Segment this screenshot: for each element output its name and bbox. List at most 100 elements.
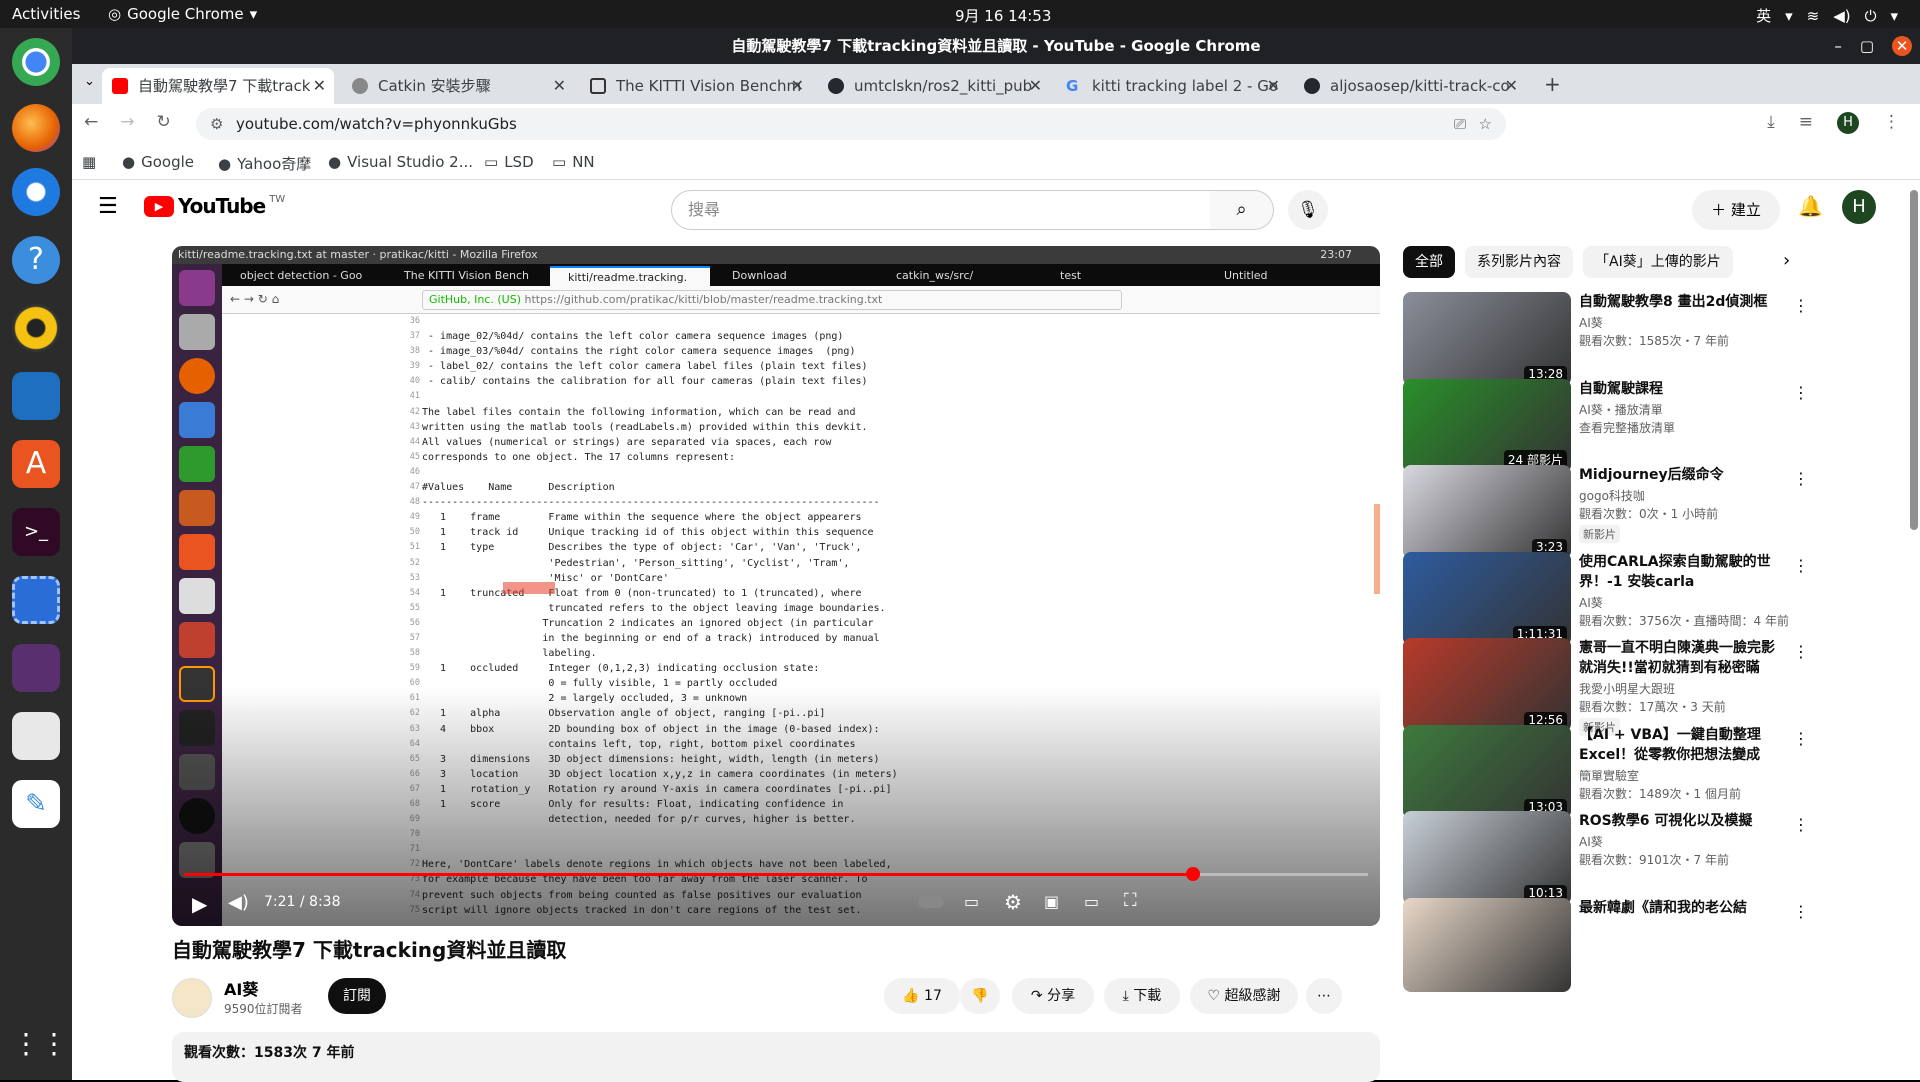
thunderbird-icon[interactable]	[12, 168, 60, 216]
recommendation-title[interactable]: ROS教學6 可視化以及模擬	[1579, 811, 1779, 831]
tab-youtube[interactable]: 自動駕駛教學7 下載track ✕	[102, 68, 334, 104]
create-button[interactable]: ＋ 建立	[1692, 190, 1780, 230]
bookmark-folder-lsd[interactable]: ▭ LSD	[484, 153, 534, 171]
bookmark-star-icon[interactable]: ☆	[1479, 108, 1492, 140]
autoplay-toggle[interactable]	[918, 896, 944, 908]
more-options-icon[interactable]: ⋮	[1793, 642, 1809, 661]
recommendation-item[interactable]: 1:11:31 使用CARLA探索自動駕駛的世界！-1 安裝carla AI葵 觀看次…	[1403, 551, 1823, 648]
page-scrollbar[interactable]	[1910, 190, 1918, 1070]
forward-icon[interactable]: →	[120, 112, 134, 132]
close-tab-icon[interactable]: ✕	[553, 68, 566, 104]
recommendation-item[interactable]: 最新韓劇《請和我的老公結 ⋮	[1403, 897, 1823, 994]
thanks-button[interactable]: ♡ 超級感謝	[1190, 978, 1298, 1014]
recommendation-channel[interactable]: 簡單實驗室	[1579, 767, 1639, 784]
recommendation-channel[interactable]: AI葵	[1579, 833, 1603, 850]
video-thumbnail[interactable]: 13:28	[1403, 292, 1571, 386]
recommendation-channel[interactable]: AI葵	[1579, 594, 1603, 611]
back-icon[interactable]: ←	[84, 112, 98, 132]
search-button[interactable]: ⌕	[1210, 190, 1274, 230]
site-info-icon[interactable]: ⚙	[210, 108, 223, 140]
recommendation-item[interactable]: 3:23 Midjourney后缀命令 gogo科技咖 觀看次數：0次・1 小時前 新影…	[1403, 465, 1823, 561]
recommendation-channel[interactable]: 我愛小明星大跟班	[1579, 680, 1675, 697]
wifi-icon[interactable]: ≋	[1807, 7, 1820, 25]
recommendation-channel[interactable]: gogo科技咖	[1579, 487, 1645, 504]
close-tab-icon[interactable]: ✕	[1267, 68, 1280, 104]
video-thumbnail[interactable]	[1403, 897, 1571, 992]
help-icon[interactable]: ?	[12, 236, 60, 284]
video-player[interactable]: kitti/readme.tracking.txt at master · pr…	[172, 246, 1380, 926]
bookmark-folder-nn[interactable]: ▭ NN	[552, 153, 595, 171]
video-thumbnail[interactable]: 24 部影片	[1403, 378, 1571, 473]
download-button[interactable]: ⤓ 下載	[1104, 978, 1180, 1014]
close-tab-icon[interactable]: ✕	[1505, 68, 1518, 104]
more-options-icon[interactable]: ⋮	[1793, 815, 1809, 834]
downloads-icon[interactable]: ⤓	[1767, 112, 1775, 134]
chevron-right-icon[interactable]: ›	[1783, 250, 1790, 271]
chip-all[interactable]: 全部	[1403, 246, 1455, 278]
subtitles-icon[interactable]: ▭	[964, 892, 979, 911]
description-box[interactable]: 觀看次數：1583次 7 年前	[172, 1032, 1380, 1082]
files-icon[interactable]	[12, 712, 60, 760]
bookmark-yahoo[interactable]: ● Yahoo奇摩	[218, 153, 311, 174]
close-tab-icon[interactable]: ✕	[791, 68, 804, 104]
tab-google-search[interactable]: Gkitti tracking label 2 - Go ✕	[1056, 68, 1288, 104]
terminal-icon[interactable]: >_	[12, 508, 60, 556]
recommendation-title[interactable]: 最新韓劇《請和我的老公結	[1579, 898, 1779, 918]
recommendation-channel[interactable]: AI葵	[1579, 314, 1603, 331]
close-window-icon[interactable]: ✕	[1892, 36, 1912, 56]
apps-icon[interactable]: ▦	[82, 153, 96, 171]
profile-avatar[interactable]: H	[1837, 112, 1859, 134]
share-button[interactable]: ↷ 分享	[1012, 978, 1094, 1014]
settings-icon[interactable]: ⚙	[1004, 890, 1022, 914]
play-icon[interactable]: ▶	[192, 892, 207, 916]
more-options-icon[interactable]: ⋮	[1793, 556, 1809, 575]
writer-icon[interactable]	[12, 372, 60, 420]
dislike-button[interactable]: 👎	[960, 978, 1000, 1014]
theater-mode-icon[interactable]: ▭	[1084, 892, 1099, 911]
video-thumbnail[interactable]: 10:13	[1403, 811, 1571, 905]
media-icon[interactable]: ≡	[1799, 112, 1813, 134]
firefox-icon[interactable]	[12, 104, 60, 152]
subscribe-button[interactable]: 訂閱	[328, 978, 386, 1014]
video-thumbnail[interactable]: 3:23	[1403, 465, 1571, 559]
recommendation-item[interactable]: 10:13 ROS教學6 可視化以及模擬 AI葵 觀看次數：9101次・7 年前 ⋮	[1403, 811, 1823, 907]
screenshot-icon[interactable]	[12, 576, 60, 624]
recommendation-title[interactable]: 使用CARLA探索自動駕駛的世界！-1 安裝carla	[1579, 552, 1779, 592]
more-options-icon[interactable]: ⋮	[1793, 902, 1809, 921]
menu-icon[interactable]: ⋮	[1883, 112, 1900, 134]
more-options-icon[interactable]: ⋮	[1793, 729, 1809, 748]
new-tab-icon[interactable]: +	[1544, 72, 1561, 96]
recommendation-channel[interactable]: AI葵・播放清單	[1579, 401, 1663, 418]
fullscreen-icon[interactable]: ⛶	[1124, 890, 1137, 911]
text-editor-icon[interactable]: ✎	[12, 780, 60, 828]
maximize-icon[interactable]: ▢	[1860, 28, 1874, 64]
tab-github-track[interactable]: aljosaosep/kitti-track-co ✕	[1294, 68, 1526, 104]
search-input[interactable]: 搜尋	[671, 190, 1211, 230]
hamburger-menu-icon[interactable]: ☰	[98, 194, 118, 219]
ime-indicator[interactable]: 英	[1756, 5, 1771, 26]
show-apps-icon[interactable]: ⋮⋮⋮	[12, 1020, 96, 1068]
clock[interactable]: 9月 16 14:53	[955, 5, 1051, 26]
notifications-bell-icon[interactable]: 🔔	[1798, 194, 1823, 218]
activities-button[interactable]: Activities	[12, 5, 80, 23]
youtube-logo[interactable]: ▶ YouTube TW	[144, 194, 285, 218]
more-actions-button[interactable]: ⋯	[1306, 978, 1342, 1014]
video-thumbnail[interactable]: 1:11:31	[1403, 551, 1571, 646]
reload-icon[interactable]: ↻	[157, 112, 171, 132]
progress-scrubber[interactable]	[1185, 867, 1200, 881]
system-tray[interactable]: 英 ▾ ≋ ◀) ⏻ ▾	[1756, 5, 1898, 26]
channel-avatar[interactable]	[172, 978, 212, 1018]
more-options-icon[interactable]: ⋮	[1793, 469, 1809, 488]
recommendation-item[interactable]: 12:56憲哥一直不明白陳漢典一臉完影就消失!!當初就猜到有秘密瞞著... 我愛小…	[1403, 638, 1823, 736]
chrome-icon[interactable]	[12, 38, 60, 86]
recommendation-title[interactable]: 憲哥一直不明白陳漢典一臉完影就消失!!當初就猜到有秘密瞞著...	[1579, 638, 1779, 678]
software-center-icon[interactable]: A	[12, 440, 60, 488]
video-thumbnail[interactable]: 13:03	[1403, 724, 1571, 819]
app-menu[interactable]: ◎ Google Chrome ▾	[108, 5, 257, 23]
recommendation-item[interactable]: 13:28 自動駕駛教學8 畫出2d偵測框 AI葵 觀看次數：1585次・7 年前 ⋮	[1403, 292, 1823, 388]
close-tab-icon[interactable]: ✕	[313, 68, 326, 104]
miniplayer-icon[interactable]: ▣	[1044, 892, 1059, 911]
video-editor-icon[interactable]	[12, 644, 60, 692]
volume-icon[interactable]: ◀)	[1833, 7, 1850, 25]
tab-search-icon[interactable]: ⌄	[84, 74, 95, 89]
